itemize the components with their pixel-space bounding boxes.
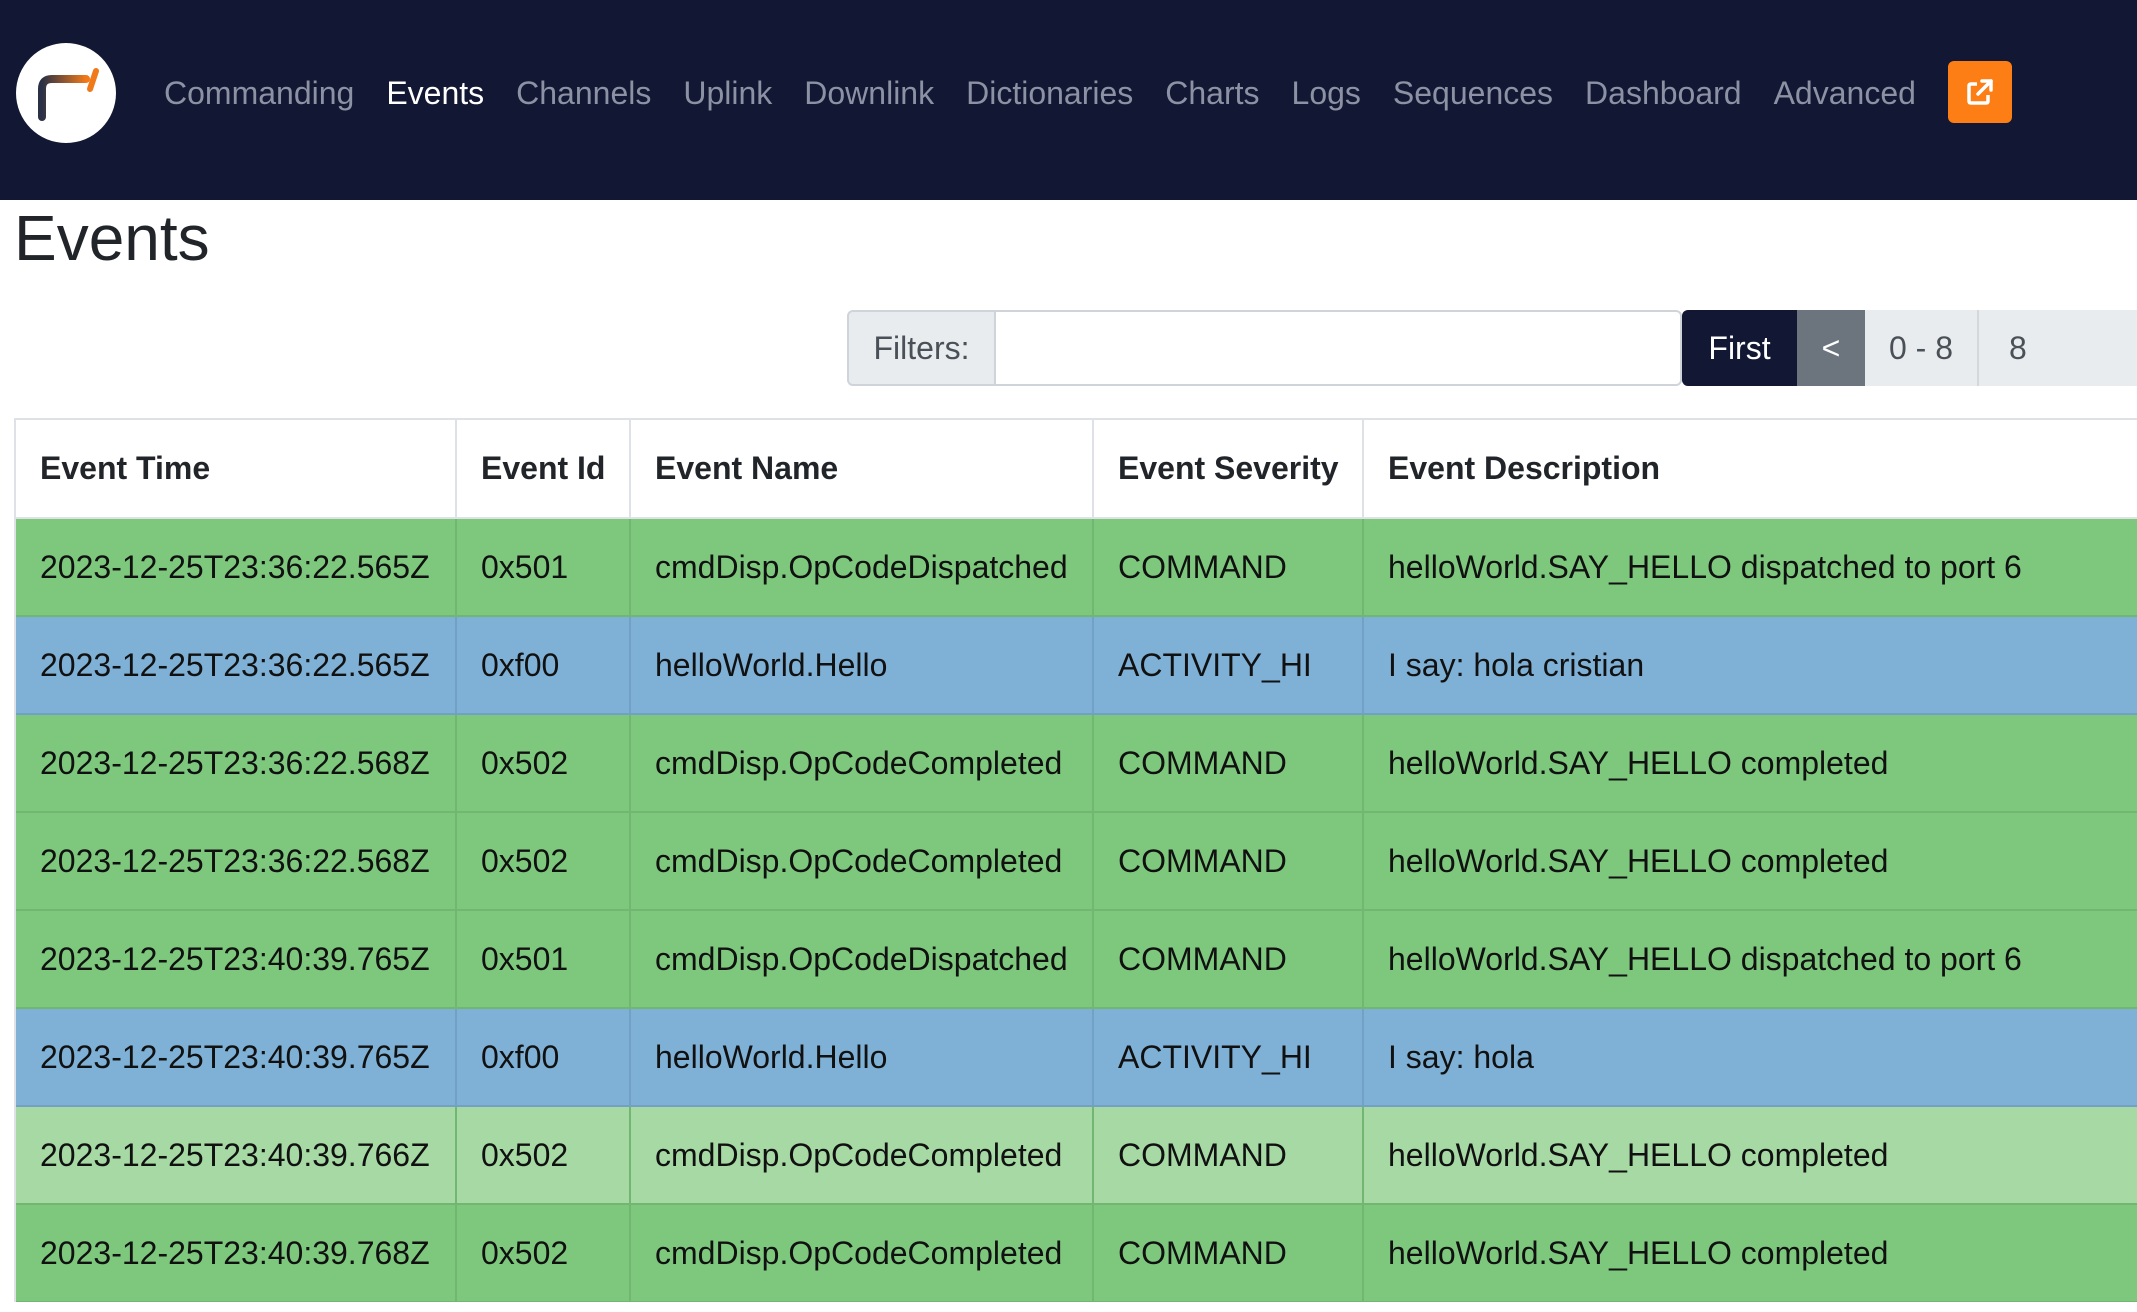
table-row[interactable]: 2023-12-25T23:40:39.765Z 0xf00 helloWorld.… xyxy=(16,1008,2137,1107)
cell-event-description: I say: hola xyxy=(1363,1008,2137,1107)
cell-event-id: 0xf00 xyxy=(456,1008,631,1107)
cell-event-name: cmdDisp.OpCodeCompleted xyxy=(630,714,1094,813)
table-header-row: Event Time Event Id Event Name Event Sev… xyxy=(16,420,2137,519)
nav-dictionaries[interactable]: Dictionaries xyxy=(966,67,1133,119)
cell-event-time: 2023-12-25T23:40:39.768Z xyxy=(16,1204,457,1302)
filter-group: Filters: xyxy=(847,310,1682,386)
header-event-severity[interactable]: Event Severity xyxy=(1093,420,1364,519)
page-range-label: 0 - 8 xyxy=(1865,310,1979,386)
logo-mark-icon xyxy=(38,68,99,121)
nav-uplink[interactable]: Uplink xyxy=(683,67,772,119)
nav-advanced[interactable]: Advanced xyxy=(1774,67,1916,119)
cell-event-time: 2023-12-25T23:36:22.568Z xyxy=(16,714,457,813)
header-event-description[interactable]: Event Description xyxy=(1363,420,2137,519)
pagination: First < 0 - 8 8 xyxy=(1682,310,2137,386)
previous-page-button[interactable]: < xyxy=(1797,310,1865,386)
cell-event-id: 0x502 xyxy=(456,1106,631,1205)
open-new-window-button[interactable] xyxy=(1948,61,2012,123)
cell-event-severity: COMMAND xyxy=(1093,1204,1364,1302)
nav-channels[interactable]: Channels xyxy=(516,67,651,119)
cell-event-description: helloWorld.SAY_HELLO completed xyxy=(1363,1204,2137,1302)
cell-event-name: helloWorld.Hello xyxy=(630,1008,1094,1107)
header-event-time[interactable]: Event Time xyxy=(16,420,457,519)
cell-event-description: helloWorld.SAY_HELLO completed xyxy=(1363,1106,2137,1205)
header-event-id[interactable]: Event Id xyxy=(456,420,631,519)
cell-event-id: 0x502 xyxy=(456,812,631,911)
nav-charts[interactable]: Charts xyxy=(1165,67,1259,119)
table-row[interactable]: 2023-12-25T23:40:39.768Z 0x502 cmdDisp.OpC… xyxy=(16,1204,2137,1302)
cell-event-time: 2023-12-25T23:36:22.565Z xyxy=(16,518,457,617)
cell-event-id: 0x501 xyxy=(456,518,631,617)
cell-event-name: cmdDisp.OpCodeCompleted xyxy=(630,812,1094,911)
total-count-label: 8 xyxy=(1979,310,2137,386)
cell-event-id: 0x501 xyxy=(456,910,631,1009)
table-row[interactable]: 2023-12-25T23:36:22.568Z 0x502 cmdDisp.OpC… xyxy=(16,812,2137,911)
cell-event-id: 0x502 xyxy=(456,1204,631,1302)
cell-event-severity: COMMAND xyxy=(1093,518,1364,617)
table-row[interactable]: 2023-12-25T23:36:22.565Z 0xf00 helloWorld.… xyxy=(16,616,2137,715)
cell-event-severity: COMMAND xyxy=(1093,812,1364,911)
page-title: Events xyxy=(14,202,210,274)
cell-event-name: cmdDisp.OpCodeDispatched xyxy=(630,518,1094,617)
cell-event-name: cmdDisp.OpCodeCompleted xyxy=(630,1204,1094,1302)
nav-commanding[interactable]: Commanding xyxy=(164,67,354,119)
table-row[interactable]: 2023-12-25T23:40:39.766Z 0x502 cmdDisp.OpC… xyxy=(16,1106,2137,1205)
top-navbar: Commanding Events Channels Uplink Downli… xyxy=(0,0,2137,200)
cell-event-severity: ACTIVITY_HI xyxy=(1093,1008,1364,1107)
cell-event-name: helloWorld.Hello xyxy=(630,616,1094,715)
cell-event-description: helloWorld.SAY_HELLO completed xyxy=(1363,812,2137,911)
events-table-container: Event Time Event Id Event Name Event Sev… xyxy=(14,418,2137,1302)
cell-event-id: 0xf00 xyxy=(456,616,631,715)
cell-event-time: 2023-12-25T23:40:39.765Z xyxy=(16,1008,457,1107)
external-link-icon xyxy=(1967,79,1993,105)
nav-events[interactable]: Events xyxy=(386,67,484,119)
nav-sequences[interactable]: Sequences xyxy=(1393,67,1553,119)
table-row[interactable]: 2023-12-25T23:40:39.765Z 0x501 cmdDisp.OpC… xyxy=(16,910,2137,1009)
fprime-logo[interactable] xyxy=(16,43,116,143)
nav-logs[interactable]: Logs xyxy=(1292,67,1361,119)
cell-event-time: 2023-12-25T23:40:39.765Z xyxy=(16,910,457,1009)
nav-dashboard[interactable]: Dashboard xyxy=(1585,67,1742,119)
cell-event-severity: COMMAND xyxy=(1093,1106,1364,1205)
first-page-button[interactable]: First xyxy=(1682,310,1797,386)
main-nav: Commanding Events Channels Uplink Downli… xyxy=(164,67,1948,119)
cell-event-name: cmdDisp.OpCodeDispatched xyxy=(630,910,1094,1009)
cell-event-id: 0x502 xyxy=(456,714,631,813)
cell-event-description: helloWorld.SAY_HELLO completed xyxy=(1363,714,2137,813)
cell-event-description: helloWorld.SAY_HELLO dispatched to port … xyxy=(1363,910,2137,1009)
cell-event-description: I say: hola cristian xyxy=(1363,616,2137,715)
cell-event-description: helloWorld.SAY_HELLO dispatched to port … xyxy=(1363,518,2137,617)
nav-downlink[interactable]: Downlink xyxy=(804,67,934,119)
table-row[interactable]: 2023-12-25T23:36:22.568Z 0x502 cmdDisp.OpC… xyxy=(16,714,2137,813)
header-event-name[interactable]: Event Name xyxy=(630,420,1094,519)
cell-event-time: 2023-12-25T23:36:22.568Z xyxy=(16,812,457,911)
table-row[interactable]: 2023-12-25T23:36:22.565Z 0x501 cmdDisp.OpC… xyxy=(16,518,2137,617)
events-table: Event Time Event Id Event Name Event Sev… xyxy=(16,420,2137,1302)
filter-input[interactable] xyxy=(994,310,1682,386)
cell-event-severity: COMMAND xyxy=(1093,714,1364,813)
cell-event-severity: ACTIVITY_HI xyxy=(1093,616,1364,715)
cell-event-name: cmdDisp.OpCodeCompleted xyxy=(630,1106,1094,1205)
cell-event-time: 2023-12-25T23:36:22.565Z xyxy=(16,616,457,715)
cell-event-time: 2023-12-25T23:40:39.766Z xyxy=(16,1106,457,1205)
filter-label: Filters: xyxy=(847,310,994,386)
cell-event-severity: COMMAND xyxy=(1093,910,1364,1009)
